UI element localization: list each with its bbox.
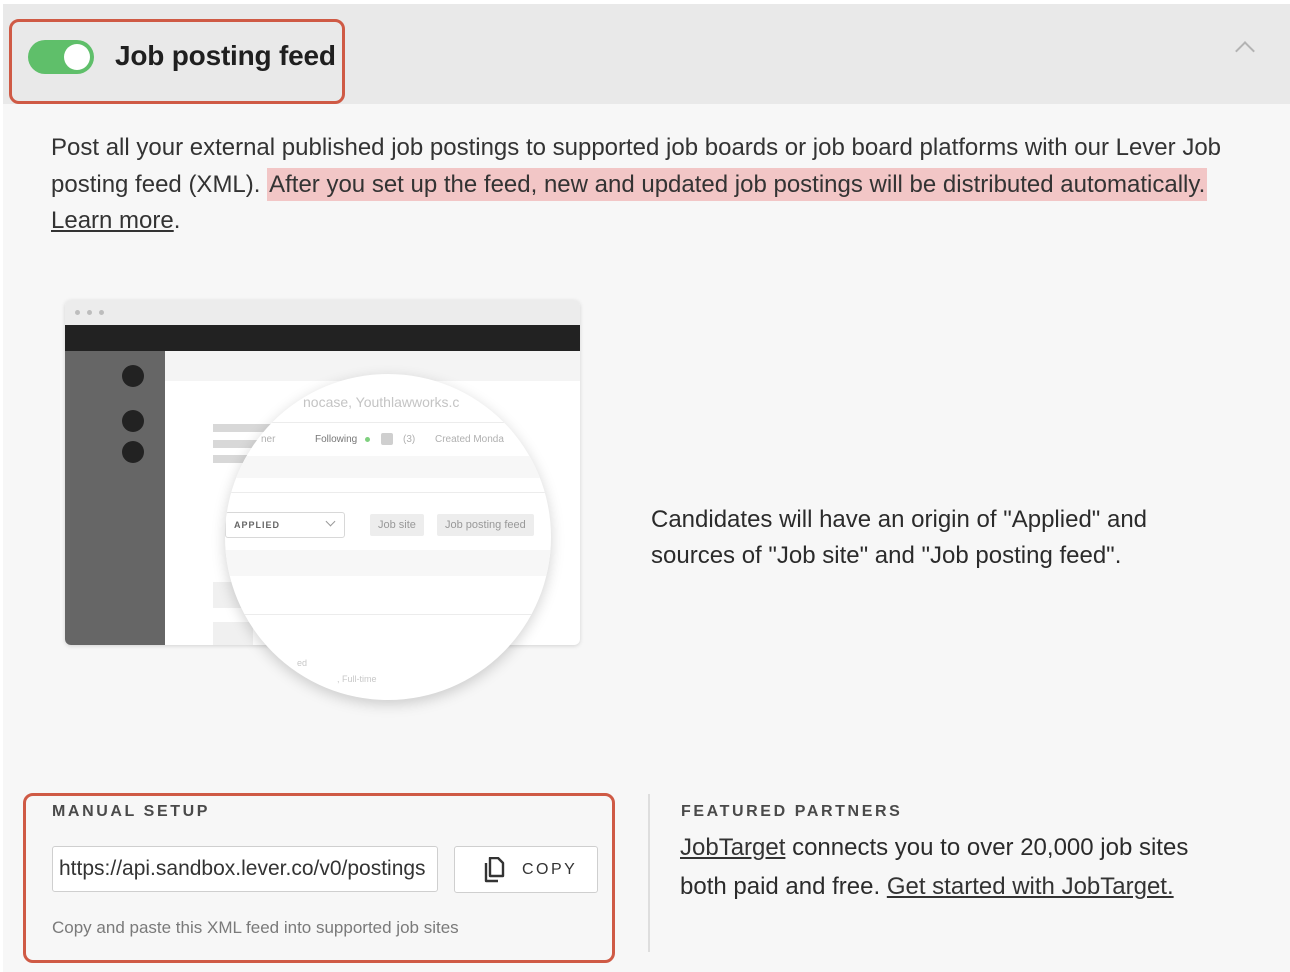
snippet-bottom-1: ed	[297, 658, 308, 668]
snippet-created: Created Monda	[435, 434, 504, 445]
manual-setup-label: MANUAL SETUP	[52, 803, 211, 820]
source-tag-job-posting-feed: Job posting feed	[437, 514, 534, 536]
snippet-count: (3)	[403, 434, 416, 445]
sidebar-circle-icon	[122, 441, 144, 463]
panel-title: Job posting feed	[115, 40, 336, 71]
placeholder-row	[213, 622, 253, 645]
panel-header[interactable]: Job posting feed	[3, 4, 1290, 104]
copy-icon	[484, 857, 505, 883]
origin-select-value: APPLIED	[234, 520, 281, 530]
snippet-divider	[225, 492, 551, 493]
chevron-up-icon[interactable]	[1235, 41, 1255, 61]
snippet-companies: nocase, Youthlawworks.c	[303, 394, 460, 410]
jobtarget-link[interactable]: JobTarget	[680, 834, 785, 861]
description-highlight: After you set up the feed, new and updat…	[267, 167, 1208, 201]
chevron-down-icon	[325, 516, 336, 527]
origin-select: APPLIED	[225, 512, 345, 538]
snippet-owner: ner	[261, 434, 276, 445]
browser-sidebar	[65, 351, 165, 645]
toggle-knob	[64, 44, 90, 70]
snippet-following: Following	[315, 434, 358, 445]
get-started-jobtarget-link[interactable]: Get started with JobTarget.	[887, 873, 1174, 900]
browser-topbar	[65, 325, 580, 351]
plus-icon	[381, 433, 393, 445]
manual-setup-hint: Copy and paste this XML feed into suppor…	[52, 918, 459, 937]
description-period: .	[173, 207, 181, 234]
origin-note: Candidates will have an origin of "Appli…	[651, 506, 1148, 569]
snippet-band	[225, 456, 551, 478]
following-dot-icon	[365, 437, 370, 442]
snippet-bottom-2: , Full-time	[337, 674, 377, 684]
snippet-divider	[225, 422, 551, 423]
feed-toggle[interactable]	[28, 40, 94, 74]
window-dot-icon	[99, 310, 104, 315]
feed-description: Post all your external published job pos…	[51, 130, 1241, 240]
browser-titlebar	[65, 300, 580, 325]
job-posting-feed-panel: Job posting feed Post all your external …	[3, 4, 1290, 972]
learn-more-link[interactable]: Learn more	[51, 207, 174, 234]
feed-url-field[interactable]: https://api.sandbox.lever.co/v0/postings	[52, 846, 438, 892]
snippet-divider	[225, 614, 551, 615]
window-dot-icon	[75, 310, 80, 315]
section-divider	[648, 794, 650, 952]
window-dot-icon	[87, 310, 92, 315]
origin-illustration: nocase, Youthlawworks.c ner Following (3…	[65, 300, 580, 710]
copy-label: COPY	[522, 861, 578, 878]
sidebar-circle-icon	[122, 365, 144, 387]
sidebar-circle-icon	[122, 410, 144, 432]
featured-partners-text: JobTarget connects you to over 20,000 jo…	[680, 828, 1240, 906]
magnifier-circle: nocase, Youthlawworks.c ner Following (3…	[225, 374, 551, 700]
featured-partners-label: FEATURED PARTNERS	[681, 803, 903, 820]
copy-button[interactable]: COPY	[454, 846, 598, 893]
source-tag-job-site: Job site	[370, 514, 424, 536]
snippet-band	[225, 550, 551, 576]
